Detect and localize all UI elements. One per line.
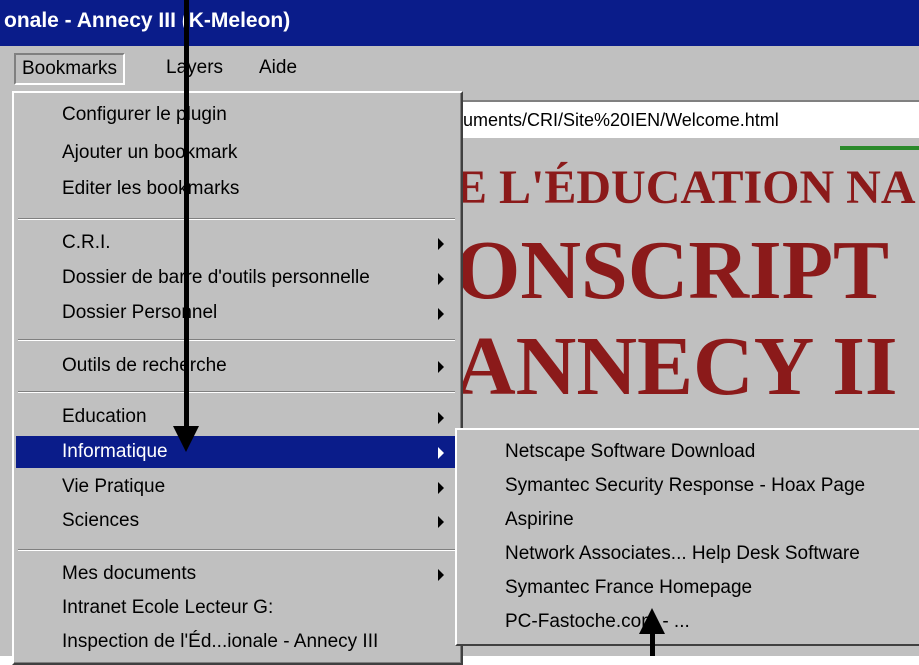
- menu-aide[interactable]: Aide: [259, 53, 297, 83]
- menu-item-configurer[interactable]: Configurer le plugin: [16, 99, 457, 131]
- submenu-arrow-icon: [438, 361, 444, 373]
- address-bar-input[interactable]: uments/CRI/Site%20IEN/Welcome.html: [455, 100, 919, 138]
- pointer-arrow-down-shaft: [184, 0, 189, 428]
- submenu-item[interactable]: Network Associates... Help Desk Software: [505, 538, 860, 570]
- menu-item-label: Informatique: [62, 441, 168, 462]
- menu-item-label: Education: [62, 406, 147, 427]
- arrow-down-icon: [173, 426, 199, 452]
- submenu-item[interactable]: Netscape Software Download: [505, 436, 755, 468]
- submenu-arrow-icon: [438, 516, 444, 528]
- submenu-arrow-icon: [438, 308, 444, 320]
- arrow-up-icon: [639, 608, 665, 634]
- menu-item-label: Editer les bookmarks: [62, 178, 240, 199]
- menu-bookmarks[interactable]: Bookmarks: [14, 53, 126, 85]
- menu-item-label: Intranet Ecole Lecteur G:: [62, 597, 274, 618]
- menu-separator: [18, 549, 455, 551]
- menu-item-label: Mes documents: [62, 563, 197, 584]
- submenu-arrow-icon: [438, 273, 444, 285]
- menu-item-inspection[interactable]: Inspection de l'Éd...ionale - Annecy III: [16, 626, 457, 658]
- menu-item-label: Vie Pratique: [62, 476, 166, 497]
- bookmarks-menu: Configurer le plugin Ajouter un bookmark…: [12, 91, 463, 665]
- menu-item-label: Ajouter un bookmark: [62, 142, 238, 163]
- informatique-submenu: Netscape Software Download Symantec Secu…: [455, 428, 919, 646]
- menu-item-label: C.R.I.: [62, 232, 111, 253]
- pointer-arrow-up-shaft: [650, 632, 655, 656]
- menu-separator: [18, 218, 455, 220]
- menu-item-outils-recherche[interactable]: Outils de recherche: [16, 350, 457, 382]
- title-bar: onale - Annecy III (K-Meleon): [0, 0, 919, 46]
- window-title: onale - Annecy III (K-Meleon): [4, 9, 291, 32]
- menu-separator: [18, 391, 455, 393]
- menu-item-label: Dossier de barre d'outils personnelle: [62, 267, 370, 288]
- menu-item-ajouter[interactable]: Ajouter un bookmark: [16, 137, 457, 169]
- submenu-arrow-icon: [438, 482, 444, 494]
- submenu-arrow-icon: [438, 569, 444, 581]
- menu-item-cri[interactable]: C.R.I.: [16, 227, 457, 259]
- menu-item-intranet[interactable]: Intranet Ecole Lecteur G:: [16, 592, 457, 624]
- menu-item-education[interactable]: Education: [16, 401, 457, 433]
- menu-item-dossier-barre[interactable]: Dossier de barre d'outils personnelle: [16, 262, 457, 294]
- page-heading-line2: ONSCRIPT: [455, 224, 890, 317]
- menu-bar: Bookmarks Layers Aide: [0, 46, 919, 90]
- menu-item-label: Inspection de l'Éd...ionale - Annecy III: [62, 631, 379, 652]
- page-heading-line3: ANNECY II: [455, 320, 898, 413]
- menu-item-informatique[interactable]: Informatique: [16, 436, 457, 468]
- submenu-item[interactable]: Symantec Security Response - Hoax Page: [505, 470, 865, 502]
- menu-item-dossier-personnel[interactable]: Dossier Personnel: [16, 297, 457, 329]
- menu-item-label: Outils de recherche: [62, 355, 227, 376]
- submenu-arrow-icon: [438, 238, 444, 250]
- submenu-item[interactable]: Aspirine: [505, 504, 574, 536]
- submenu-arrow-icon: [438, 447, 444, 459]
- menu-item-mes-documents[interactable]: Mes documents: [16, 558, 457, 590]
- page-divider: [840, 146, 919, 150]
- page-heading-line1: E L'ÉDUCATION NA: [455, 161, 916, 214]
- menu-layers[interactable]: Layers: [166, 53, 223, 83]
- submenu-arrow-icon: [438, 412, 444, 424]
- menu-item-editer[interactable]: Editer les bookmarks: [16, 173, 457, 205]
- menu-item-label: Configurer le plugin: [62, 104, 227, 125]
- menu-separator: [18, 339, 455, 341]
- submenu-item[interactable]: Symantec France Homepage: [505, 572, 752, 604]
- menu-item-sciences[interactable]: Sciences: [16, 505, 457, 537]
- menu-item-label: Dossier Personnel: [62, 302, 218, 323]
- menu-item-label: Sciences: [62, 510, 140, 531]
- menu-item-vie-pratique[interactable]: Vie Pratique: [16, 471, 457, 503]
